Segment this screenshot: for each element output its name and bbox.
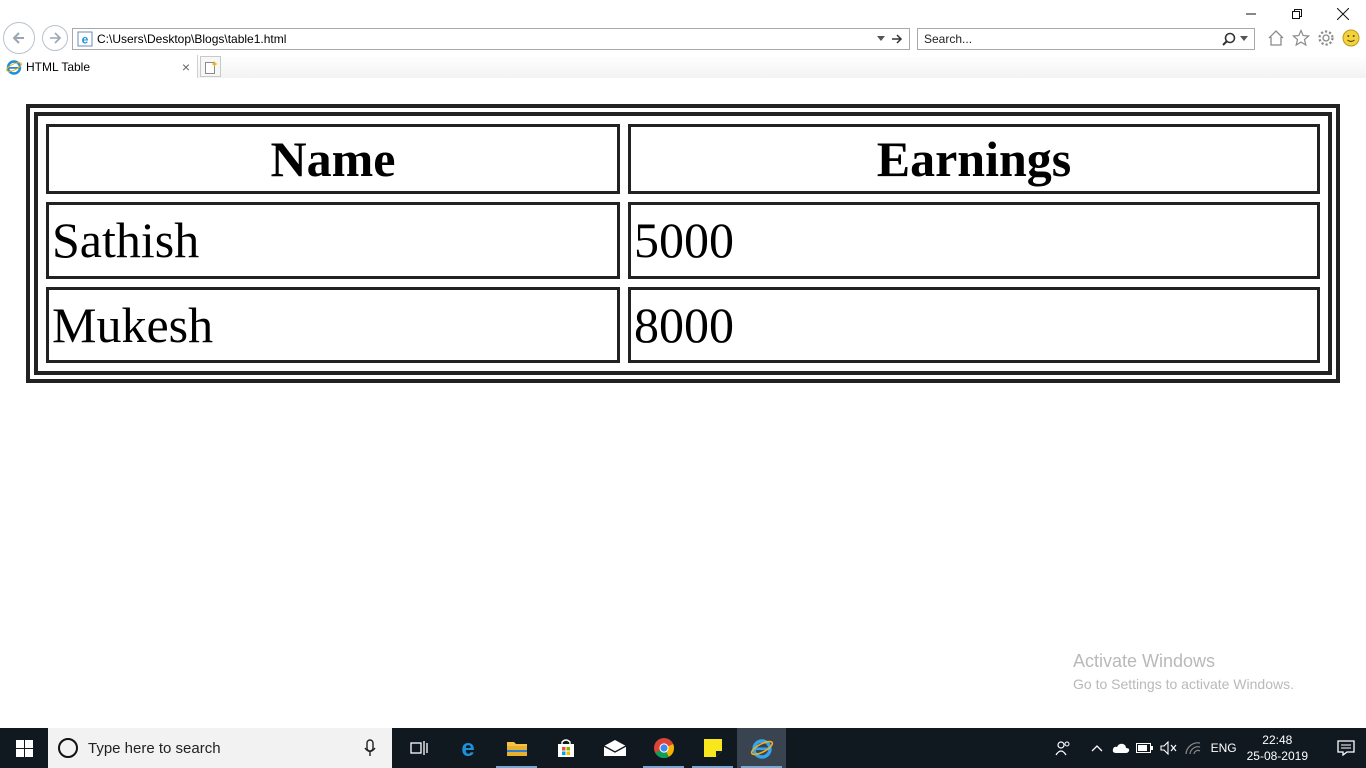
home-button[interactable] (1266, 28, 1285, 47)
settings-button[interactable] (1316, 28, 1335, 47)
edge-app[interactable]: e (443, 728, 492, 768)
tab-html-table[interactable]: HTML Table × (0, 55, 198, 78)
table-cell-earnings: 5000 (628, 202, 1320, 279)
table-row: Mukesh 8000 (46, 286, 1320, 363)
earnings-table: Name Earnings Sathish 5000 Mukesh 8000 (26, 104, 1340, 383)
search-dropdown-icon[interactable] (1240, 36, 1248, 42)
go-arrow-icon[interactable] (891, 33, 903, 45)
battery-button[interactable] (1133, 728, 1157, 768)
taskbar-search[interactable] (48, 728, 392, 768)
page-content: Name Earnings Sathish 5000 Mukesh 8000 A… (0, 78, 1366, 728)
table-cell-name: Sathish (46, 202, 620, 279)
minimize-button[interactable] (1228, 0, 1274, 28)
address-url[interactable]: C:\Users\Desktop\Blogs\table1.html (97, 32, 877, 46)
search-input[interactable] (918, 32, 1222, 46)
watermark-title: Activate Windows (1073, 651, 1216, 671)
svg-text:e: e (461, 737, 474, 759)
cortana-icon (58, 738, 78, 758)
favorites-button[interactable] (1291, 28, 1310, 47)
network-button[interactable] (1181, 728, 1205, 768)
activation-watermark: Activate Windows Go to Settings to activ… (1073, 651, 1294, 692)
clock-date: 25-08-2019 (1246, 749, 1308, 763)
file-explorer-app[interactable] (492, 728, 541, 768)
language-indicator[interactable]: ENG (1211, 741, 1237, 755)
wifi-icon (1184, 742, 1200, 755)
taskbar-apps: e (394, 728, 786, 768)
sticky-note-icon (703, 739, 722, 757)
people-button[interactable] (1051, 728, 1075, 768)
ie-icon (6, 59, 22, 75)
task-view-button[interactable] (394, 728, 443, 768)
toolbar-icons (1266, 28, 1360, 47)
column-header-name: Name (46, 124, 620, 194)
table-cell-name: Mukesh (46, 286, 620, 363)
close-window-button[interactable] (1320, 0, 1366, 28)
window-controls (1228, 0, 1366, 28)
chevron-up-icon (1091, 745, 1103, 752)
back-button[interactable] (3, 22, 35, 54)
browser-chrome: e C:\Users\Desktop\Blogs\table1.html HTM… (0, 0, 1366, 78)
ie-icon (750, 739, 773, 759)
search-bar[interactable] (917, 28, 1255, 50)
action-center-button[interactable] (1326, 728, 1366, 768)
microphone-icon[interactable] (358, 736, 382, 760)
cloud-icon (1112, 743, 1129, 753)
volume-muted-icon (1160, 741, 1177, 755)
tab-row: HTML Table × (0, 55, 1366, 78)
taskbar: e ENG 22:48 25-08-2019 (0, 728, 1366, 768)
table-cell-earnings: 8000 (628, 286, 1320, 363)
edge-icon: e (461, 737, 474, 759)
clock-time: 22:48 (1262, 733, 1293, 747)
clock[interactable]: 22:48 25-08-2019 (1247, 732, 1308, 764)
home-icon (1268, 29, 1283, 46)
people-icon (1055, 741, 1070, 756)
table-header-row: Name Earnings (46, 124, 1320, 194)
arrow-left-icon (12, 32, 24, 44)
store-bag-icon (557, 739, 574, 757)
table-row: Sathish 5000 (46, 202, 1320, 279)
show-hidden-icons-button[interactable] (1085, 728, 1109, 768)
forward-button[interactable] (42, 25, 68, 51)
onedrive-button[interactable] (1109, 728, 1133, 768)
new-tab-icon (204, 60, 217, 74)
mail-app[interactable] (590, 728, 639, 768)
watermark-subtitle: Go to Settings to activate Windows. (1073, 676, 1294, 692)
system-tray: ENG 22:48 25-08-2019 (1051, 728, 1366, 768)
task-view-icon (409, 741, 428, 755)
arrow-right-icon (50, 32, 62, 44)
battery-icon (1135, 743, 1153, 753)
start-button[interactable] (0, 728, 48, 768)
new-tab-button[interactable] (200, 56, 221, 77)
page-ie-icon: e (77, 31, 93, 47)
svg-text:e: e (82, 33, 89, 47)
close-icon (1337, 8, 1349, 20)
notification-icon (1337, 740, 1355, 756)
folder-icon (506, 742, 527, 756)
tab-close-icon[interactable]: × (179, 60, 193, 74)
dropdown-arrow-icon[interactable] (877, 36, 885, 42)
gear-icon (1317, 29, 1334, 46)
address-controls (877, 33, 903, 45)
search-controls (1222, 32, 1248, 46)
volume-button[interactable] (1157, 728, 1181, 768)
restore-button[interactable] (1274, 0, 1320, 28)
mail-icon (603, 740, 626, 756)
restore-icon (1292, 9, 1302, 19)
address-bar[interactable]: e C:\Users\Desktop\Blogs\table1.html (72, 28, 910, 50)
chrome-icon (653, 738, 674, 759)
sticky-notes-app[interactable] (688, 728, 737, 768)
taskbar-search-input[interactable] (88, 739, 358, 757)
column-header-earnings: Earnings (628, 124, 1320, 194)
windows-logo-icon (15, 739, 33, 757)
tab-title: HTML Table (26, 59, 91, 74)
store-app[interactable] (541, 728, 590, 768)
internet-explorer-app[interactable] (737, 728, 786, 768)
star-icon (1291, 28, 1310, 46)
search-icon[interactable] (1222, 32, 1236, 46)
chrome-app[interactable] (639, 728, 688, 768)
feedback-button[interactable] (1341, 28, 1360, 47)
minimize-icon (1246, 13, 1256, 15)
smiley-icon (1342, 29, 1359, 46)
